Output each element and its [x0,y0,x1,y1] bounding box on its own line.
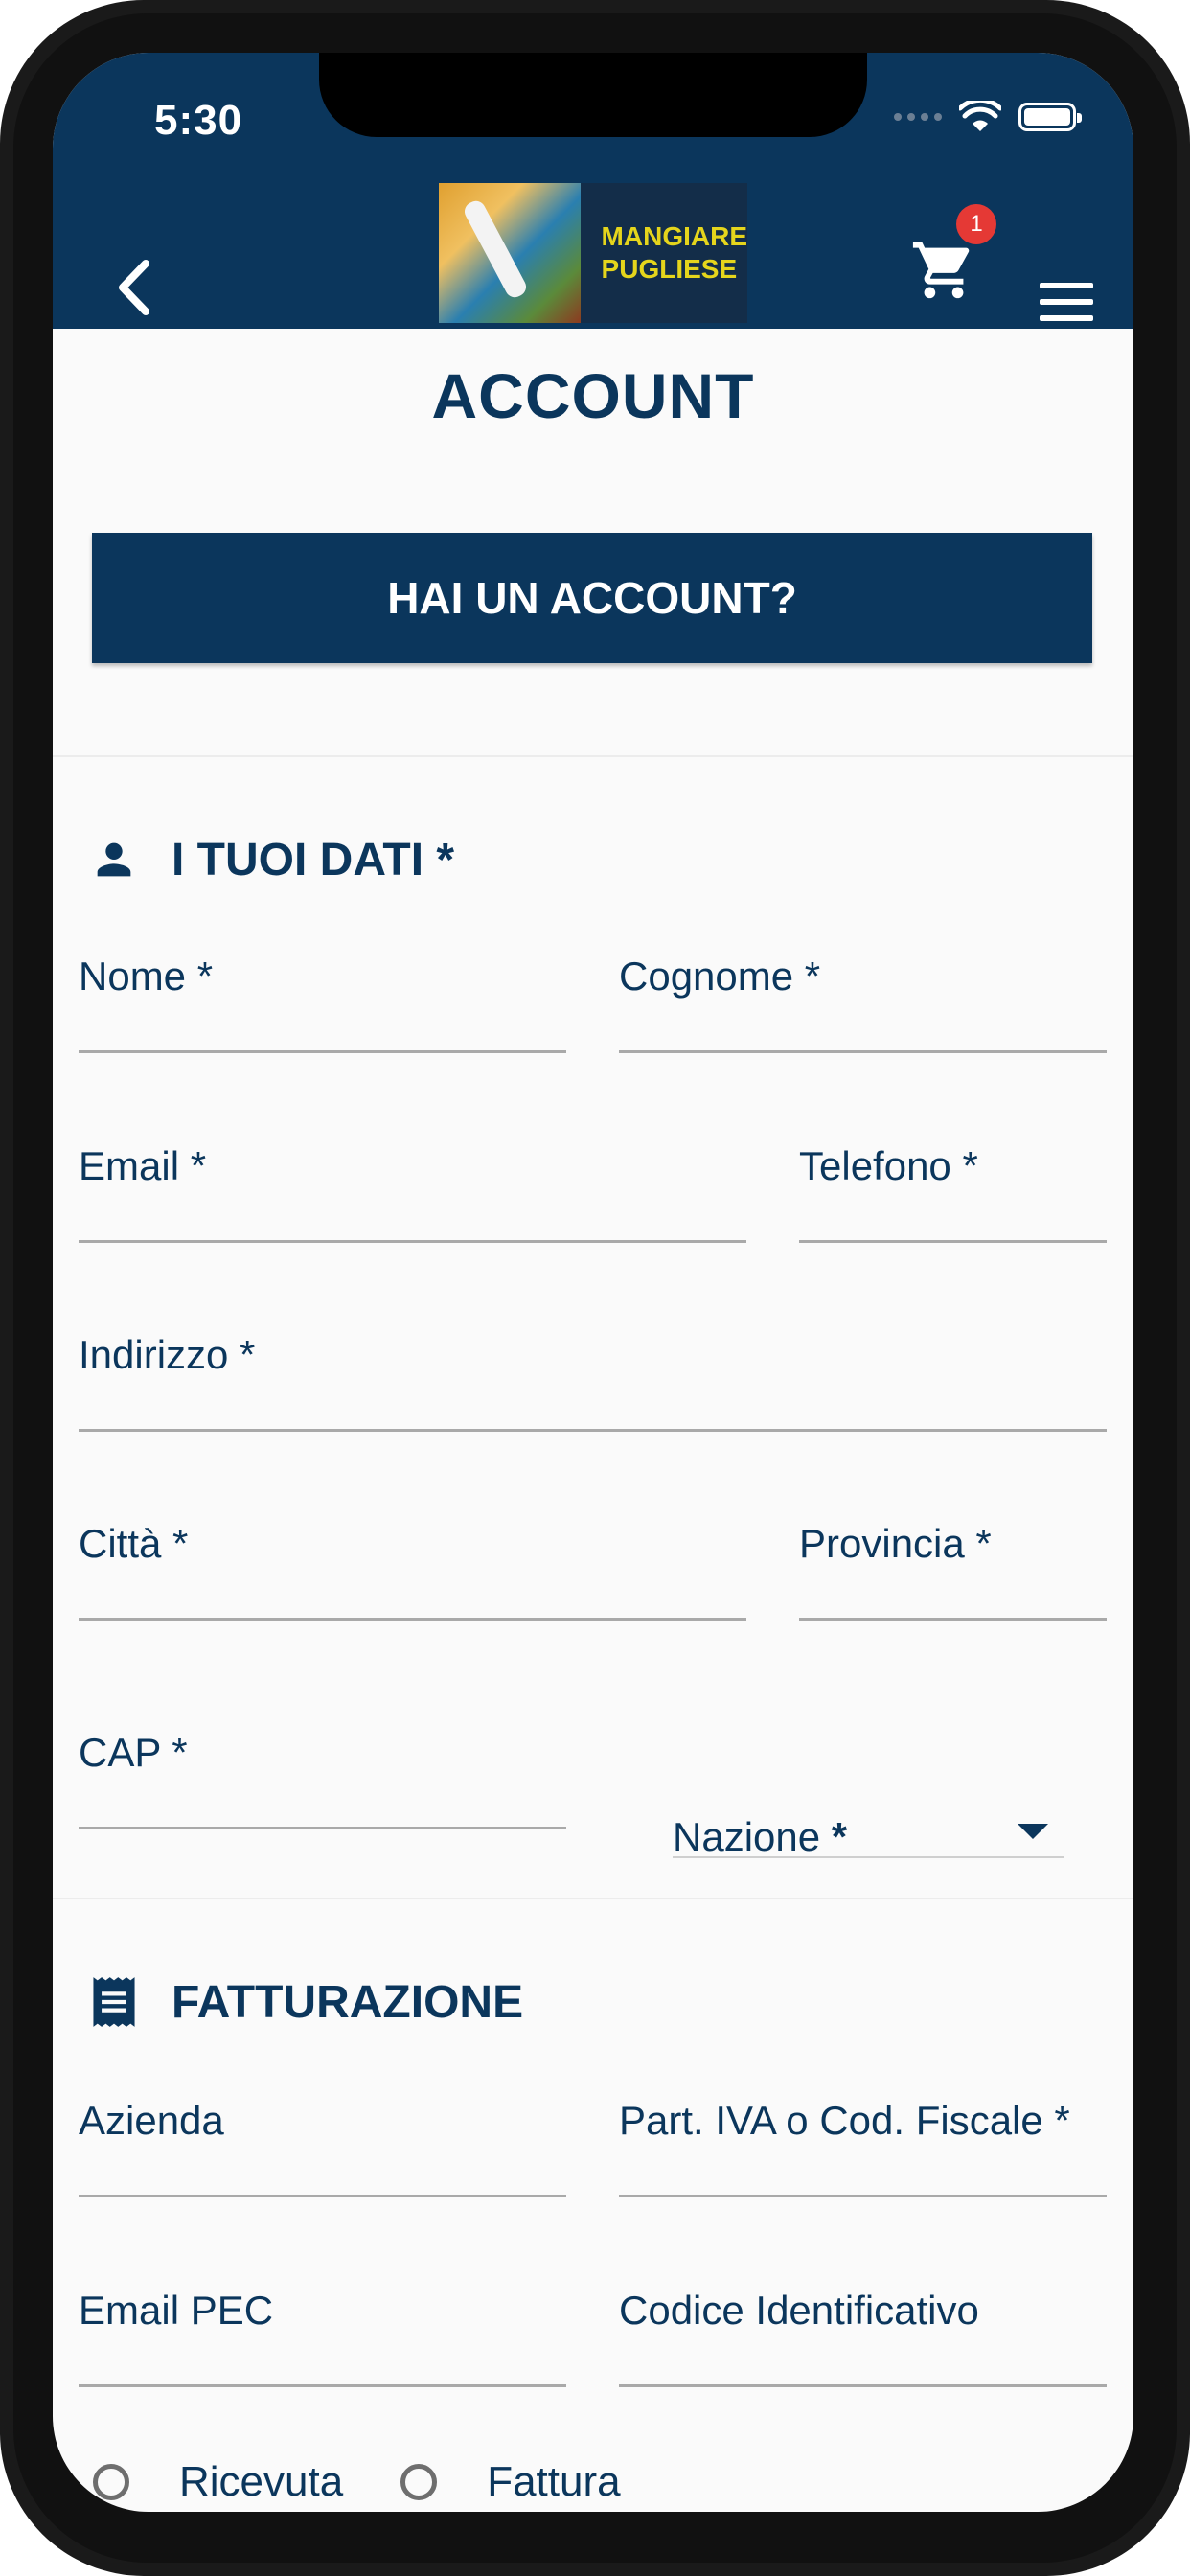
brand-logo[interactable]: MANGIARE PUGLIESE [439,183,747,323]
ricevuta-label[interactable]: Ricevuta [179,2458,343,2506]
cognome-label: Cognome * [619,954,821,999]
input-underline [79,2384,566,2387]
cart-count-badge: 1 [956,204,996,244]
app-screen: 5:30 MANGIARE PUGLIESE 1 ACCOUNT HAI UN … [53,53,1133,2512]
telefono-field[interactable]: Telefono * [799,1143,1107,1243]
azienda-field[interactable]: Azienda [79,2098,566,2197]
azienda-label: Azienda [79,2098,224,2143]
have-account-button[interactable]: HAI UN ACCOUNT? [92,533,1092,663]
email-field[interactable]: Email * [79,1143,746,1243]
piva-field[interactable]: Part. IVA o Cod. Fiscale * [619,2098,1107,2197]
indirizzo-label: Indirizzo * [79,1332,256,1377]
input-underline [79,1429,1107,1432]
cap-field[interactable]: CAP * [79,1730,566,1829]
provincia-label: Provincia * [799,1521,992,1566]
back-button[interactable] [101,254,168,321]
document-type-radio-group: Ricevuta Fattura [93,2458,678,2506]
nazione-select[interactable]: Nazione * [673,1774,1064,1859]
billing-title: FATTURAZIONE [172,1976,524,2028]
input-underline [799,1240,1107,1243]
cognome-field[interactable]: Cognome * [619,954,1107,1053]
email-pec-field[interactable]: Email PEC [79,2288,566,2387]
device-notch [319,53,867,137]
personal-data-heading: I TUOI DATI * [85,831,454,888]
input-underline [619,2195,1107,2197]
chevron-left-icon [119,260,149,315]
fattura-label[interactable]: Fattura [487,2458,620,2506]
indirizzo-field[interactable]: Indirizzo * [79,1332,1107,1432]
page-title: ACCOUNT [431,360,755,431]
codice-identificativo-label: Codice Identificativo [619,2288,979,2333]
billing-heading: FATTURAZIONE [85,1973,523,2031]
ricevuta-radio[interactable] [93,2464,129,2500]
codice-identificativo-field[interactable]: Codice Identificativo [619,2288,1107,2387]
hamburger-menu-icon[interactable] [1040,283,1093,321]
fattura-radio[interactable] [400,2464,438,2500]
input-underline [619,2384,1107,2387]
app-header: 5:30 MANGIARE PUGLIESE 1 [53,53,1133,329]
piva-label: Part. IVA o Cod. Fiscale * [619,2098,1070,2143]
wifi-icon [959,101,1001,131]
input-underline [79,2195,566,2197]
citta-label: Città * [79,1521,189,1566]
signal-icon [894,113,942,121]
cart-icon[interactable] [910,237,977,304]
select-underline [673,1856,1064,1858]
receipt-icon [85,1973,143,2031]
person-icon [85,831,143,888]
email-pec-label: Email PEC [79,2288,274,2333]
input-underline [79,1240,746,1243]
battery-icon [1018,103,1082,131]
caret-down-icon [1018,1824,1048,1839]
input-underline [79,1618,746,1621]
personal-data-title: I TUOI DATI * [172,834,455,886]
section-divider [53,755,1133,757]
input-underline [79,1050,566,1053]
telefono-label: Telefono * [799,1143,978,1188]
logo-text: MANGIARE PUGLIESE [601,221,747,284]
status-icons [894,101,1082,133]
provincia-field[interactable]: Provincia * [799,1521,1107,1621]
status-time: 5:30 [154,97,243,144]
logo-image [439,183,581,323]
nome-field[interactable]: Nome * [79,954,566,1053]
citta-field[interactable]: Città * [79,1521,746,1621]
nome-label: Nome * [79,954,214,999]
input-underline [619,1050,1107,1053]
input-underline [799,1618,1107,1621]
section-divider [53,1898,1133,1899]
input-underline [79,1827,566,1829]
email-label: Email * [79,1143,207,1188]
nazione-label: Nazione * [673,1814,848,1859]
cap-label: CAP * [79,1730,188,1775]
